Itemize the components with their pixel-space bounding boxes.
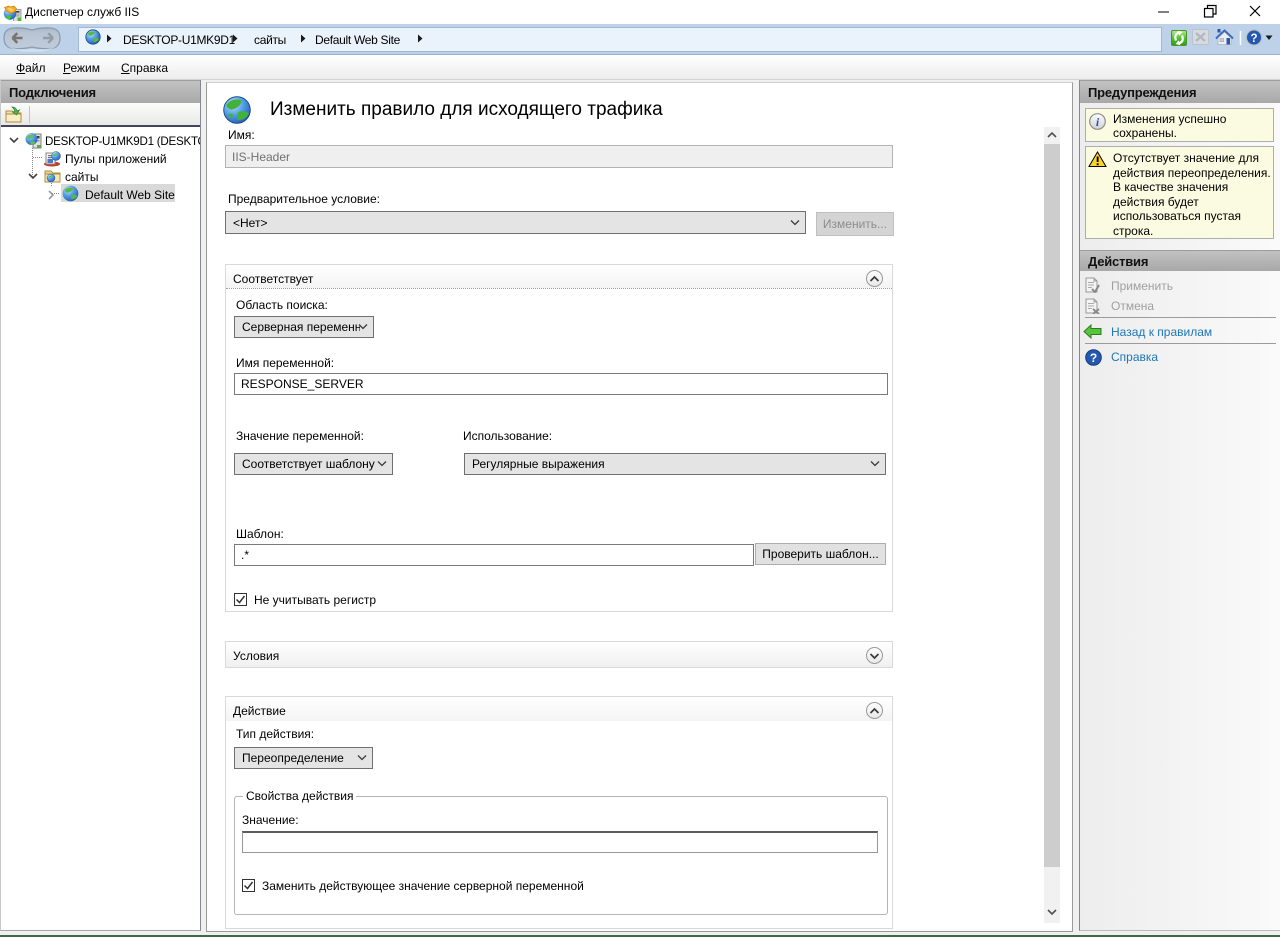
svg-text:?: ? xyxy=(1250,33,1257,45)
svg-text:?: ? xyxy=(1090,351,1097,365)
